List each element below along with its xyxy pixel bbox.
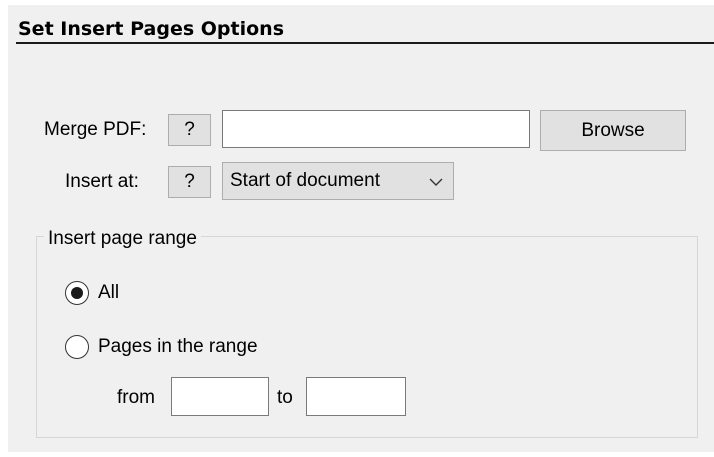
section-title: Set Insert Pages Options	[18, 18, 285, 40]
range-to-label: to	[277, 387, 293, 408]
radio-pages-in-range[interactable]	[65, 335, 89, 359]
insert-at-dropdown[interactable]: Start of document	[222, 162, 454, 200]
radio-all-label[interactable]: All	[98, 281, 119, 305]
browse-button[interactable]: Browse	[540, 110, 686, 151]
title-divider	[16, 42, 714, 44]
radio-pages-in-range-label[interactable]: Pages in the range	[98, 335, 258, 359]
chevron-down-icon	[429, 163, 443, 199]
merge-pdf-input[interactable]	[222, 110, 530, 148]
radio-all[interactable]	[65, 281, 89, 305]
insert-at-selected-value: Start of document	[230, 170, 380, 191]
radio-selected-dot	[71, 287, 83, 299]
page-range-legend: Insert page range	[44, 228, 201, 250]
merge-pdf-help-button[interactable]: ?	[168, 114, 211, 146]
insert-at-help-button[interactable]: ?	[168, 166, 211, 198]
range-from-input[interactable]	[171, 377, 269, 416]
range-from-label: from	[117, 387, 155, 408]
insert-at-label: Insert at:	[65, 171, 139, 192]
merge-pdf-label: Merge PDF:	[44, 119, 147, 140]
range-to-input[interactable]	[306, 377, 406, 416]
